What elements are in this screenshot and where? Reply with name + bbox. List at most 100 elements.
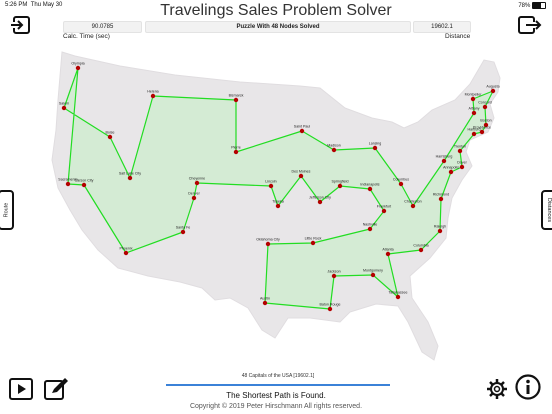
city-node — [61, 105, 67, 111]
city-label: Des Moines — [292, 170, 311, 174]
city-label: Springfield — [332, 180, 349, 184]
city-node — [331, 147, 337, 153]
status-message: The Shortest Path is Found. — [226, 391, 326, 400]
city-label: Frankfort — [377, 205, 391, 209]
city-node — [337, 183, 343, 189]
city-label: Sacramento — [58, 178, 77, 182]
city-label: Charleston — [404, 200, 421, 204]
city-node — [310, 240, 316, 246]
city-node — [471, 131, 477, 137]
city-node — [471, 110, 477, 116]
city-node — [265, 241, 271, 247]
city-label: Trenton — [454, 145, 466, 149]
city-label: Austin — [260, 297, 270, 301]
city-node — [65, 181, 71, 187]
city-node — [298, 173, 304, 179]
map-caption: 48 Capitals of the USA [19602.1] — [241, 373, 315, 379]
city-node — [331, 273, 337, 279]
city-node — [194, 180, 200, 186]
city-label: Olympia — [71, 62, 84, 66]
city-label: Helena — [147, 90, 158, 94]
city-node — [191, 195, 197, 201]
city-label: Richmond — [433, 193, 449, 197]
city-node — [233, 149, 239, 155]
city-node — [395, 294, 401, 300]
city-node — [299, 128, 305, 134]
city-node — [418, 247, 424, 253]
city-label: Dover — [457, 161, 467, 165]
city-node — [410, 203, 416, 209]
city-label: Raleigh — [434, 225, 446, 229]
city-node — [317, 199, 323, 205]
city-label: Jefferson City — [309, 196, 331, 200]
city-node — [381, 208, 387, 214]
city-label: Jackson — [327, 270, 340, 274]
usa-map: Olympia Salem Boise Salt Lake City Helena Bis… — [51, 51, 501, 361]
play-button[interactable] — [9, 378, 33, 400]
city-label: Hartford — [468, 128, 481, 132]
city-node — [448, 169, 454, 175]
city-node — [107, 134, 113, 140]
city-node — [367, 226, 373, 232]
edit-icon — [44, 378, 68, 400]
copyright-text: Copyright © 2019 Peter Hirschmann All ri… — [189, 403, 363, 410]
city-node — [490, 88, 496, 94]
city-node — [233, 97, 239, 103]
city-label: Boston — [480, 119, 491, 123]
city-label: Baton Rouge — [320, 303, 341, 307]
city-label: Augusta — [486, 85, 499, 89]
city-label: Boise — [106, 131, 115, 135]
city-label: Montpelier — [465, 93, 483, 97]
city-label: Topeka — [272, 200, 284, 204]
city-label: Indianapolis — [360, 183, 379, 187]
city-node — [150, 93, 156, 99]
city-label: Salt Lake City — [119, 172, 141, 176]
city-node — [372, 145, 378, 151]
edit-button[interactable] — [44, 377, 70, 401]
gear-icon — [487, 379, 507, 399]
city-label: Annapolis — [443, 166, 459, 170]
city-label: Santa Fe — [176, 226, 191, 230]
city-node — [437, 228, 443, 234]
city-node — [438, 196, 444, 202]
city-label: Lansing — [369, 142, 382, 146]
play-icon — [9, 378, 33, 400]
city-label: Saint Paul — [294, 125, 311, 129]
city-label: Cheyenne — [189, 177, 205, 181]
city-node — [75, 65, 81, 71]
city-node — [268, 183, 274, 189]
city-node — [127, 175, 133, 181]
city-node — [370, 272, 376, 278]
city-node — [367, 186, 373, 192]
city-label: Little Rock — [305, 237, 322, 241]
city-node — [459, 164, 465, 170]
info-icon — [515, 374, 541, 400]
city-label: Madison — [327, 144, 341, 148]
city-label: Columbus — [393, 178, 409, 182]
city-label: Columbia — [413, 244, 428, 248]
city-node — [123, 250, 129, 256]
city-label: Albany — [469, 107, 480, 111]
city-node — [262, 300, 268, 306]
city-label: Denver — [188, 192, 200, 196]
settings-button[interactable] — [486, 378, 508, 400]
city-label: Pierre — [231, 146, 241, 150]
city-node — [398, 181, 404, 187]
info-button[interactable] — [515, 374, 541, 400]
progress-bar — [166, 384, 390, 386]
city-node — [275, 203, 281, 209]
city-node — [457, 148, 463, 154]
city-label: Bismarck — [229, 94, 244, 98]
city-node — [482, 104, 488, 110]
city-label: Oklahoma City — [256, 238, 280, 242]
city-label: Lincoln — [265, 180, 276, 184]
city-node — [441, 158, 447, 164]
city-label: Montgomery — [363, 269, 383, 273]
city-label: Phoenix — [120, 247, 133, 251]
city-label: Tallahassee — [389, 291, 408, 295]
city-label: Salem — [59, 102, 69, 106]
city-label: Concord — [478, 101, 492, 105]
city-label: Atlanta — [382, 248, 393, 252]
city-label: Harrisburg — [436, 155, 453, 159]
city-node — [81, 182, 87, 188]
